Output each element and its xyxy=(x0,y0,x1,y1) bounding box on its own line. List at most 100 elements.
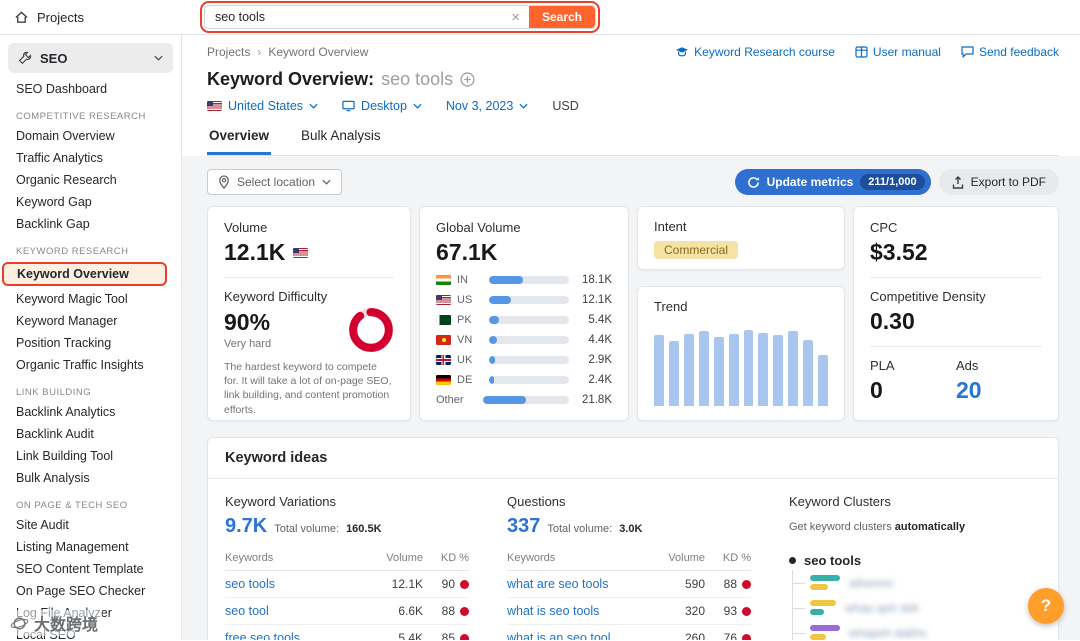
variations-label: Keyword Variations xyxy=(225,494,337,509)
desktop-icon xyxy=(342,100,355,112)
kd-number: 90 xyxy=(441,577,455,591)
cluster-bar xyxy=(810,584,828,590)
cluster-root[interactable]: seo tools xyxy=(789,553,1041,568)
keyword-clusters-column: Keyword Clusters Get keyword clusters au… xyxy=(789,494,1041,640)
device-filter[interactable]: Desktop xyxy=(342,99,422,113)
projects-home[interactable]: Projects xyxy=(0,0,182,34)
date-filter[interactable]: Nov 3, 2023 xyxy=(446,99,528,113)
variations-total-label: Total volume: xyxy=(274,523,340,535)
variations-total-value: 160.5K xyxy=(346,523,382,535)
sidebar-item-keyword-magic-tool[interactable]: Keyword Magic Tool xyxy=(0,288,181,310)
breadcrumb-separator: › xyxy=(257,45,262,59)
keyword-kd: 76 xyxy=(705,631,751,640)
sidebar-item-backlink-gap[interactable]: Backlink Gap xyxy=(0,213,181,235)
sidebar-item-traffic-analytics[interactable]: Traffic Analytics xyxy=(0,147,181,169)
cluster-item: whapeh dakhs xyxy=(793,620,1041,640)
keyword-link[interactable]: what is seo tools xyxy=(507,604,653,618)
sidebar-item-listing-management[interactable]: Listing Management xyxy=(0,536,181,558)
keyword-link[interactable]: seo tool xyxy=(225,604,371,618)
ads-value: 20 xyxy=(956,377,982,403)
volume-bar-track xyxy=(489,276,569,284)
search-box: × Search xyxy=(204,5,596,29)
sidebar-item-backlink-audit[interactable]: Backlink Audit xyxy=(0,423,181,445)
sidebar-item-seo-content-template[interactable]: SEO Content Template xyxy=(0,558,181,580)
clear-search-icon[interactable]: × xyxy=(502,9,529,26)
keyword-link[interactable]: free seo tools xyxy=(225,631,371,640)
update-metrics-button[interactable]: Update metrics 211/1,000 xyxy=(734,169,931,195)
sidebar-item-keyword-manager[interactable]: Keyword Manager xyxy=(0,310,181,332)
sidebar-section-on-page-tech-seo: ON PAGE & TECH SEO xyxy=(16,500,128,511)
ads-label: Ads xyxy=(956,358,979,373)
sidebar-seo-header[interactable]: SEO xyxy=(8,43,173,73)
sidebar-item-backlink-analytics[interactable]: Backlink Analytics xyxy=(0,401,181,423)
select-location-label: Select location xyxy=(237,175,316,189)
plus-circle-icon[interactable] xyxy=(460,72,475,87)
trend-bar xyxy=(683,333,694,406)
country-code: US xyxy=(457,294,473,306)
sidebar-item-site-audit[interactable]: Site Audit xyxy=(0,514,181,536)
update-metrics-label: Update metrics xyxy=(766,175,854,189)
sidebar-item-bulk-analysis[interactable]: Bulk Analysis xyxy=(0,467,181,489)
currency-label: USD xyxy=(552,99,579,113)
difficulty-gauge-icon xyxy=(349,308,393,352)
keyword-variations-column: Keyword Variations 9.7K Total volume: 16… xyxy=(225,494,469,640)
search-button[interactable]: Search xyxy=(528,6,595,28)
update-metrics-quota-badge: 211/1,000 xyxy=(860,174,925,190)
search-input[interactable] xyxy=(205,10,503,24)
country-volume-value: 2.9K xyxy=(588,354,612,366)
breadcrumb-home[interactable]: Projects xyxy=(207,45,250,59)
keyword-difficulty-label: Keyword Difficulty xyxy=(224,289,328,304)
volume-bar-fill xyxy=(489,376,494,384)
questions-column: Questions 337 Total volume: 3.0K Keyword… xyxy=(507,494,751,640)
keyword-volume: 5.4K xyxy=(398,631,423,640)
sidebar-item-on-page-seo-checker[interactable]: On Page SEO Checker xyxy=(0,580,181,602)
country-filter[interactable]: United States xyxy=(207,99,318,113)
global-volume-list: IN 18.1K US 12.1K PK 5.4K VN 4.4K UK 2.9K DE 2.4K Ot… xyxy=(436,274,612,406)
sidebar-item-organic-research[interactable]: Organic Research xyxy=(0,169,181,191)
sidebar-item-organic-traffic-insights[interactable]: Organic Traffic Insights xyxy=(0,354,181,376)
country-code: VN xyxy=(457,334,473,346)
link-send-feedback[interactable]: Send feedback xyxy=(961,45,1059,59)
seo-section-label: SEO xyxy=(40,50,68,66)
keyword-link[interactable]: seo tools xyxy=(225,577,371,591)
keyword-volume: 12.1K xyxy=(391,577,423,591)
page-title-keyword: seo tools xyxy=(381,69,454,89)
link-user-manual[interactable]: User manual xyxy=(855,45,941,59)
export-pdf-label: Export to PDF xyxy=(970,175,1046,189)
projects-label: Projects xyxy=(37,9,84,25)
intent-label: Intent xyxy=(654,219,687,234)
country-volume-value: 4.4K xyxy=(588,334,612,346)
link-keyword-research-course[interactable]: Keyword Research course xyxy=(675,45,835,59)
tab-bulk-analysis[interactable]: Bulk Analysis xyxy=(299,126,383,155)
keyword-link[interactable]: what are seo tools xyxy=(507,577,653,591)
sidebar-item-keyword-gap[interactable]: Keyword Gap xyxy=(0,191,181,213)
trend-card: Trend xyxy=(637,286,845,421)
volume-value: 12.1K xyxy=(224,239,286,265)
global-volume-card: Global Volume 67.1K IN 18.1K US 12.1K PK 5.4K… xyxy=(419,206,629,421)
select-location-dropdown[interactable]: Select location xyxy=(207,169,343,195)
sidebar-section-keyword-research: KEYWORD RESEARCH xyxy=(16,246,129,257)
sidebar-item-keyword-overview[interactable]: Keyword Overview xyxy=(2,262,167,286)
sidebar-item-link-building-tool[interactable]: Link Building Tool xyxy=(0,445,181,467)
trend-bar xyxy=(654,335,664,406)
chevron-down-icon xyxy=(154,55,163,61)
tab-overview[interactable]: Overview xyxy=(207,126,272,155)
watermark-logo: 大数跨境 xyxy=(6,610,103,636)
page-title: Keyword Overview: xyxy=(207,69,375,89)
export-pdf-button[interactable]: Export to PDF xyxy=(938,169,1059,195)
sidebar-item-position-tracking[interactable]: Position Tracking xyxy=(0,332,181,354)
questions-count: 337 xyxy=(507,515,541,537)
home-icon xyxy=(15,10,28,23)
variations-table: Keywords Volume KD % seo tools 12.1K 90 seo to… xyxy=(225,552,469,640)
gb-flag-icon xyxy=(436,355,451,365)
keyword-link[interactable]: what is an seo tool xyxy=(507,631,653,640)
cluster-bar xyxy=(810,575,840,581)
graduation-cap-icon xyxy=(676,47,689,57)
sidebar-item-seo-dashboard[interactable]: SEO Dashboard xyxy=(0,78,181,100)
cluster-keyword-blurred: whapeh dakhs xyxy=(849,625,927,640)
sidebar-item-domain-overview[interactable]: Domain Overview xyxy=(0,125,181,147)
kd-dot-icon xyxy=(460,579,469,589)
chevron-down-icon xyxy=(519,103,528,109)
global-volume-row: VN 4.4K xyxy=(436,334,612,346)
help-button[interactable]: ? xyxy=(1028,588,1064,624)
